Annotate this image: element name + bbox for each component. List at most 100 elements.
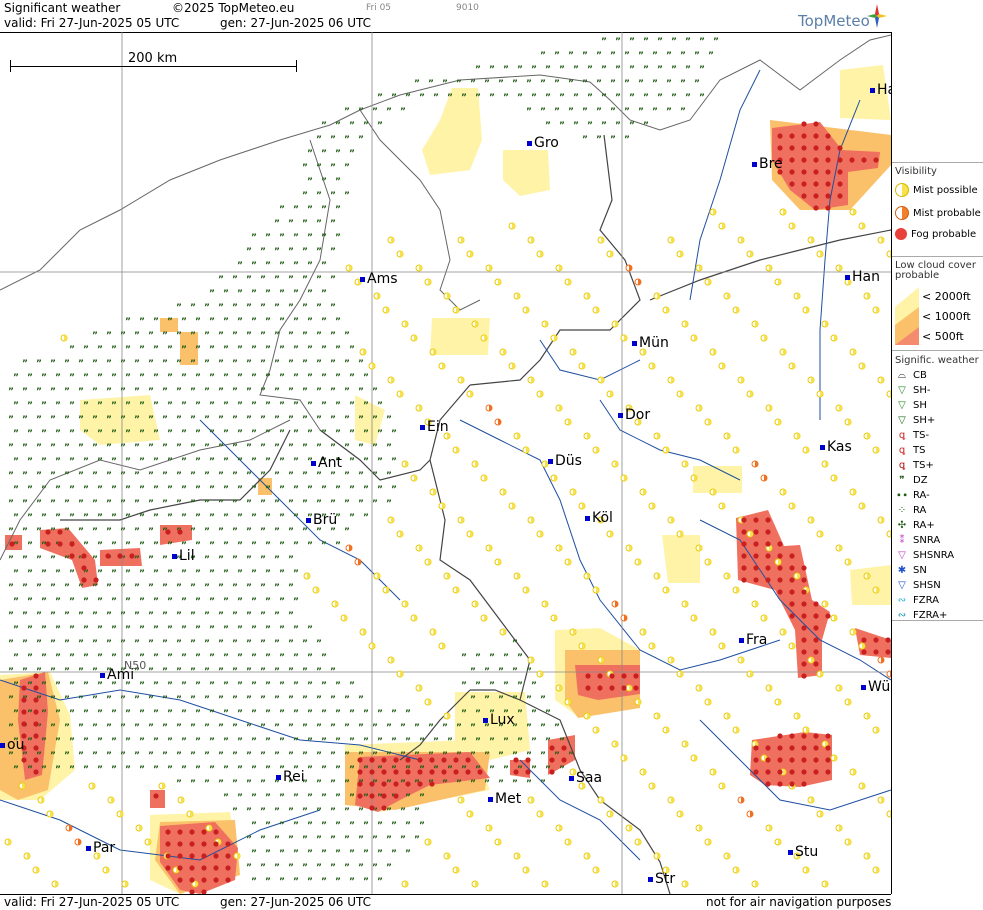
- svg-text:”: ”: [302, 471, 308, 481]
- svg-text:”: ”: [167, 653, 173, 663]
- svg-text:”: ”: [148, 583, 154, 593]
- svg-text:”: ”: [223, 317, 229, 327]
- svg-text:”: ”: [204, 331, 210, 341]
- lowcloud-2000: < 2000ft: [922, 290, 971, 303]
- svg-text:”: ”: [125, 737, 131, 747]
- svg-text:”: ”: [237, 709, 243, 719]
- svg-text:”: ”: [349, 373, 355, 383]
- svg-text:”: ”: [610, 135, 616, 145]
- svg-text:”: ”: [615, 65, 621, 75]
- svg-text:”: ”: [69, 401, 75, 411]
- footer-generated-time: gen: 27-Jun-2025 06 UTC: [220, 895, 372, 909]
- svg-text:”: ”: [162, 415, 168, 425]
- svg-text:”: ”: [400, 107, 406, 117]
- city-marker-icon: [845, 274, 850, 280]
- svg-text:”: ”: [120, 415, 126, 425]
- svg-text:”: ”: [330, 443, 336, 453]
- svg-text:”: ”: [69, 485, 75, 495]
- legend-raminus: ∙∙ RA-: [895, 490, 930, 501]
- svg-text:”: ”: [321, 681, 327, 691]
- code-label: 9010: [456, 3, 479, 13]
- svg-text:”: ”: [377, 121, 383, 131]
- legend-label: TS: [913, 445, 926, 456]
- svg-text:”: ”: [64, 527, 70, 537]
- weather-map[interactable]: ” ” ” ” ” ” ” ” ” ” ” ” ” ” ” ” ” ” ” ” ” ” ” ” ” ” ” ” ” ” ” ” ” ” ” ” ” ” ” ”…: [0, 32, 892, 894]
- svg-text:”: ”: [111, 373, 117, 383]
- svg-text:”: ”: [713, 37, 719, 47]
- svg-text:”: ”: [55, 513, 61, 523]
- svg-text:”: ”: [246, 751, 252, 761]
- svg-text:”: ”: [377, 849, 383, 859]
- svg-text:”: ”: [526, 779, 532, 789]
- svg-text:”: ”: [489, 93, 495, 103]
- svg-text:”: ”: [55, 709, 61, 719]
- svg-text:”: ”: [106, 611, 112, 621]
- svg-text:”: ”: [232, 611, 238, 621]
- svg-text:”: ”: [260, 751, 266, 761]
- svg-text:”: ”: [405, 709, 411, 719]
- svg-text:”: ”: [330, 303, 336, 313]
- lowcloud-swatch: [895, 287, 919, 345]
- svg-text:”: ”: [181, 401, 187, 411]
- svg-text:”: ”: [307, 821, 313, 831]
- svg-text:”: ”: [237, 737, 243, 747]
- legend-shplus: ▽ SH+: [895, 415, 935, 426]
- svg-text:”: ”: [288, 415, 294, 425]
- svg-text:”: ”: [260, 639, 266, 649]
- svg-text:”: ”: [694, 51, 700, 61]
- svg-text:”: ”: [330, 359, 336, 369]
- svg-text:”: ”: [433, 737, 439, 747]
- svg-text:”: ”: [92, 359, 98, 369]
- svg-text:”: ”: [694, 79, 700, 89]
- svg-text:”: ”: [50, 359, 56, 369]
- svg-text:”: ”: [307, 737, 313, 747]
- svg-text:”: ”: [316, 639, 322, 649]
- svg-text:”: ”: [223, 709, 229, 719]
- svg-text:”: ”: [335, 345, 341, 355]
- svg-text:”: ”: [55, 765, 61, 775]
- svg-text:”: ”: [302, 303, 308, 313]
- svg-text:”: ”: [587, 93, 593, 103]
- svg-text:”: ”: [83, 653, 89, 663]
- svg-text:”: ”: [265, 849, 271, 859]
- svg-text:”: ”: [489, 65, 495, 75]
- legend-shsnra: ▽ SHSNRA: [895, 550, 954, 561]
- svg-text:”: ”: [237, 289, 243, 299]
- svg-text:”: ”: [307, 429, 313, 439]
- svg-text:”: ”: [97, 373, 103, 383]
- svg-text:”: ”: [251, 485, 257, 495]
- svg-text:”: ”: [232, 723, 238, 733]
- svg-text:”: ”: [307, 849, 313, 859]
- city-ein: Ein: [420, 419, 449, 435]
- svg-text:”: ”: [377, 457, 383, 467]
- legend-ts: ꝗ TS: [895, 445, 926, 456]
- svg-text:”: ”: [176, 415, 182, 425]
- svg-text:”: ”: [106, 471, 112, 481]
- svg-text:”: ”: [335, 205, 341, 215]
- svg-text:”: ”: [148, 695, 154, 705]
- svg-text:”: ”: [274, 275, 280, 285]
- svg-text:”: ”: [265, 653, 271, 663]
- svg-text:”: ”: [125, 429, 131, 439]
- svg-text:”: ”: [223, 793, 229, 803]
- city-name: Par: [93, 840, 116, 856]
- svg-text:”: ”: [41, 765, 47, 775]
- svg-text:”: ”: [232, 667, 238, 677]
- svg-text:”: ”: [83, 457, 89, 467]
- svg-text:”: ”: [293, 737, 299, 747]
- svg-text:”: ”: [209, 653, 215, 663]
- legend-label: SH+: [913, 415, 936, 426]
- city-marker-icon: [276, 774, 281, 780]
- svg-text:”: ”: [181, 625, 187, 635]
- city-marker-icon: [739, 637, 744, 643]
- svg-text:”: ”: [489, 681, 495, 691]
- svg-text:”: ”: [36, 471, 42, 481]
- svg-text:”: ”: [8, 415, 14, 425]
- svg-text:”: ”: [386, 471, 392, 481]
- svg-text:”: ”: [279, 457, 285, 467]
- svg-text:”: ”: [22, 387, 28, 397]
- svg-text:”: ”: [288, 723, 294, 733]
- svg-text:”: ”: [251, 765, 257, 775]
- svg-text:”: ”: [377, 877, 383, 887]
- svg-text:”: ”: [330, 723, 336, 733]
